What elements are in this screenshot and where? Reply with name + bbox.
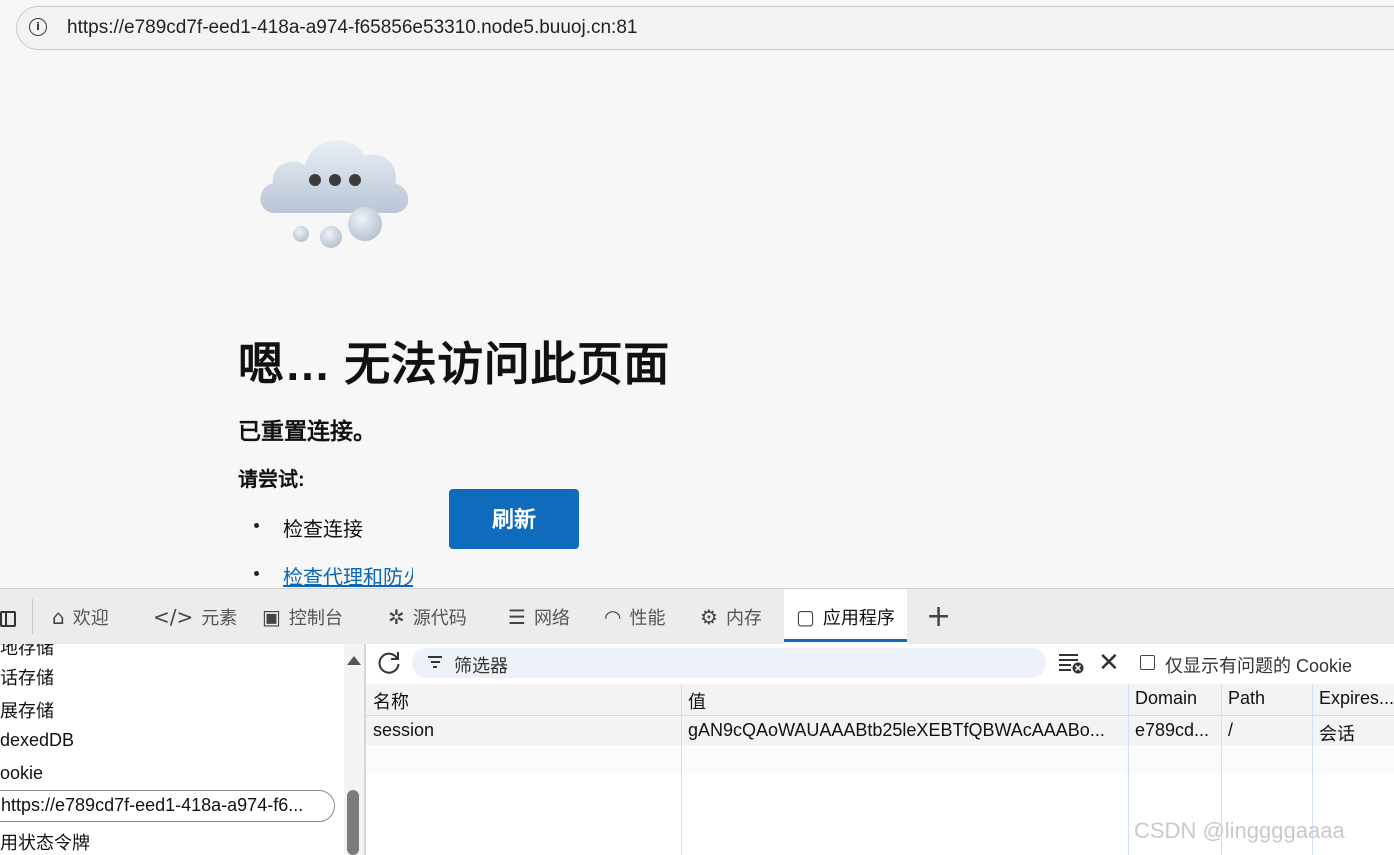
table-header: 名称 值 Domain Path Expires... (366, 684, 1394, 716)
error-subtitle: 已重置连接。 (238, 418, 376, 444)
sidebar-item-session-storage[interactable]: 话存储 (0, 664, 54, 690)
tab-sources[interactable]: ✲ 源代码 (388, 589, 467, 644)
app-window-icon: ▢ (796, 604, 815, 629)
application-sidebar: 地存储 话存储 展存储 dexedDB ookie https://e789cd… (0, 644, 342, 855)
tab-label: 元素 (201, 607, 238, 628)
cell-expires: 会话 (1319, 724, 1355, 744)
filter-icon (428, 656, 442, 671)
scroll-up-icon[interactable] (347, 656, 361, 665)
gauge-icon: ◠ (604, 604, 622, 629)
cell-name: session (373, 720, 435, 740)
devtools-panel: ⌂ 欢迎 </> 元素 ▣ 控制台 ✲ 源代码 ☰ 网络 ◠ 性能 ⚙ 内存 ▢ (0, 588, 1394, 855)
address-bar[interactable]: i https://e789cd7f-eed1-418a-a974-f65856… (16, 6, 1394, 50)
sidebar-item-cookies[interactable]: ookie (0, 763, 43, 784)
only-issues-checkbox[interactable] (1140, 655, 1155, 670)
tab-label: 源代码 (412, 607, 467, 628)
cell-domain: e789cd... (1135, 720, 1210, 740)
sidebar-item-extension-storage[interactable]: 展存储 (0, 697, 54, 723)
filter-placeholder: 筛选器 (454, 656, 508, 676)
table-row[interactable]: session gAN9cQAoWAUAAABtb25leXEBTfQBWAcA… (366, 716, 1394, 745)
page-title: 嗯… 无法访问此页面 (238, 338, 670, 390)
tab-performance[interactable]: ◠ 性能 (604, 589, 665, 644)
sidebar-item-local-storage[interactable]: 地存储 (0, 644, 54, 660)
cell-value: gAN9cQAoWAUAAABtb25leXEBTfQBWAcAAABo... (688, 720, 1105, 740)
tab-console[interactable]: ▣ 控制台 (262, 589, 343, 644)
tab-label: 网络 (533, 607, 570, 628)
suggestion-check-connection: 检查连接 (283, 519, 363, 541)
try-heading: 请尝试: (238, 469, 305, 491)
column-header-domain[interactable]: Domain (1135, 688, 1220, 709)
tab-memory[interactable]: ⚙ 内存 (700, 589, 762, 644)
column-divider[interactable] (681, 684, 682, 855)
tab-network[interactable]: ☰ 网络 (508, 589, 570, 644)
tab-welcome[interactable]: ⌂ 欢迎 (52, 589, 109, 644)
cloud-icon (260, 140, 409, 248)
cell-path: / (1228, 720, 1234, 740)
filter-input[interactable]: 筛选器 (412, 648, 1046, 678)
code-icon: </> (153, 604, 194, 629)
tab-label: 内存 (725, 607, 762, 628)
only-issues-label: 仅显示有问题的 Cookie (1165, 656, 1353, 676)
wifi-icon: ☰ (508, 604, 526, 629)
info-icon[interactable]: i (29, 18, 47, 36)
sidebar-item-indexeddb[interactable]: dexedDB (0, 730, 74, 751)
tab-label: 控制台 (288, 607, 343, 628)
sidebar-item-label: https://e789cd7f-eed1-418a-a974-f6... (1, 795, 304, 815)
column-header-expires[interactable]: Expires... (1319, 688, 1394, 709)
tab-label: 应用程序 (822, 607, 895, 628)
console-icon: ▣ (262, 604, 281, 629)
column-header-name[interactable]: 名称 (373, 688, 673, 714)
refresh-icon[interactable] (376, 650, 402, 676)
chip-icon: ⚙ (700, 604, 718, 629)
sidebar-item-private-state-tokens[interactable]: 用状态令牌 (0, 829, 90, 855)
devtools-tab-bar: ⌂ 欢迎 </> 元素 ▣ 控制台 ✲ 源代码 ☰ 网络 ◠ 性能 ⚙ 内存 ▢ (0, 589, 1394, 644)
scroll-thumb[interactable] (347, 790, 359, 855)
table-row-empty (366, 745, 1394, 774)
home-icon: ⌂ (52, 604, 65, 629)
column-divider[interactable] (1128, 684, 1129, 855)
tab-elements[interactable]: </> 元素 (153, 589, 237, 644)
dock-side-icon[interactable] (0, 611, 16, 627)
column-header-value[interactable]: 值 (688, 688, 1108, 714)
sidebar-scrollbar[interactable] (344, 644, 364, 855)
suggestion-check-proxy-link[interactable]: 检查代理和防火墙 (283, 567, 413, 589)
bullet-dot (254, 571, 259, 576)
column-header-path[interactable]: Path (1228, 688, 1308, 709)
tab-label: 欢迎 (72, 607, 109, 628)
bullet-dot (254, 523, 259, 528)
url-text[interactable]: https://e789cd7f-eed1-418a-a974-f65856e5… (67, 17, 637, 39)
suggestion-check-proxy-wrap[interactable]: 检查代理和防火墙 (283, 561, 413, 589)
bug-icon: ✲ (388, 604, 405, 629)
refresh-button[interactable]: 刷新 (449, 489, 579, 549)
tab-application[interactable]: ▢ 应用程序 (784, 589, 907, 644)
clear-filtered-cookies-icon[interactable] (1058, 652, 1084, 674)
add-tab-icon[interactable]: + (926, 599, 951, 634)
watermark: CSDN @linggggaaaa (1134, 818, 1345, 843)
tab-separator (32, 599, 33, 634)
tab-label: 性能 (629, 607, 666, 628)
delete-cookie-icon[interactable]: ✕ (1098, 648, 1120, 678)
sidebar-item-cookie-origin[interactable]: https://e789cd7f-eed1-418a-a974-f6... (0, 790, 335, 822)
